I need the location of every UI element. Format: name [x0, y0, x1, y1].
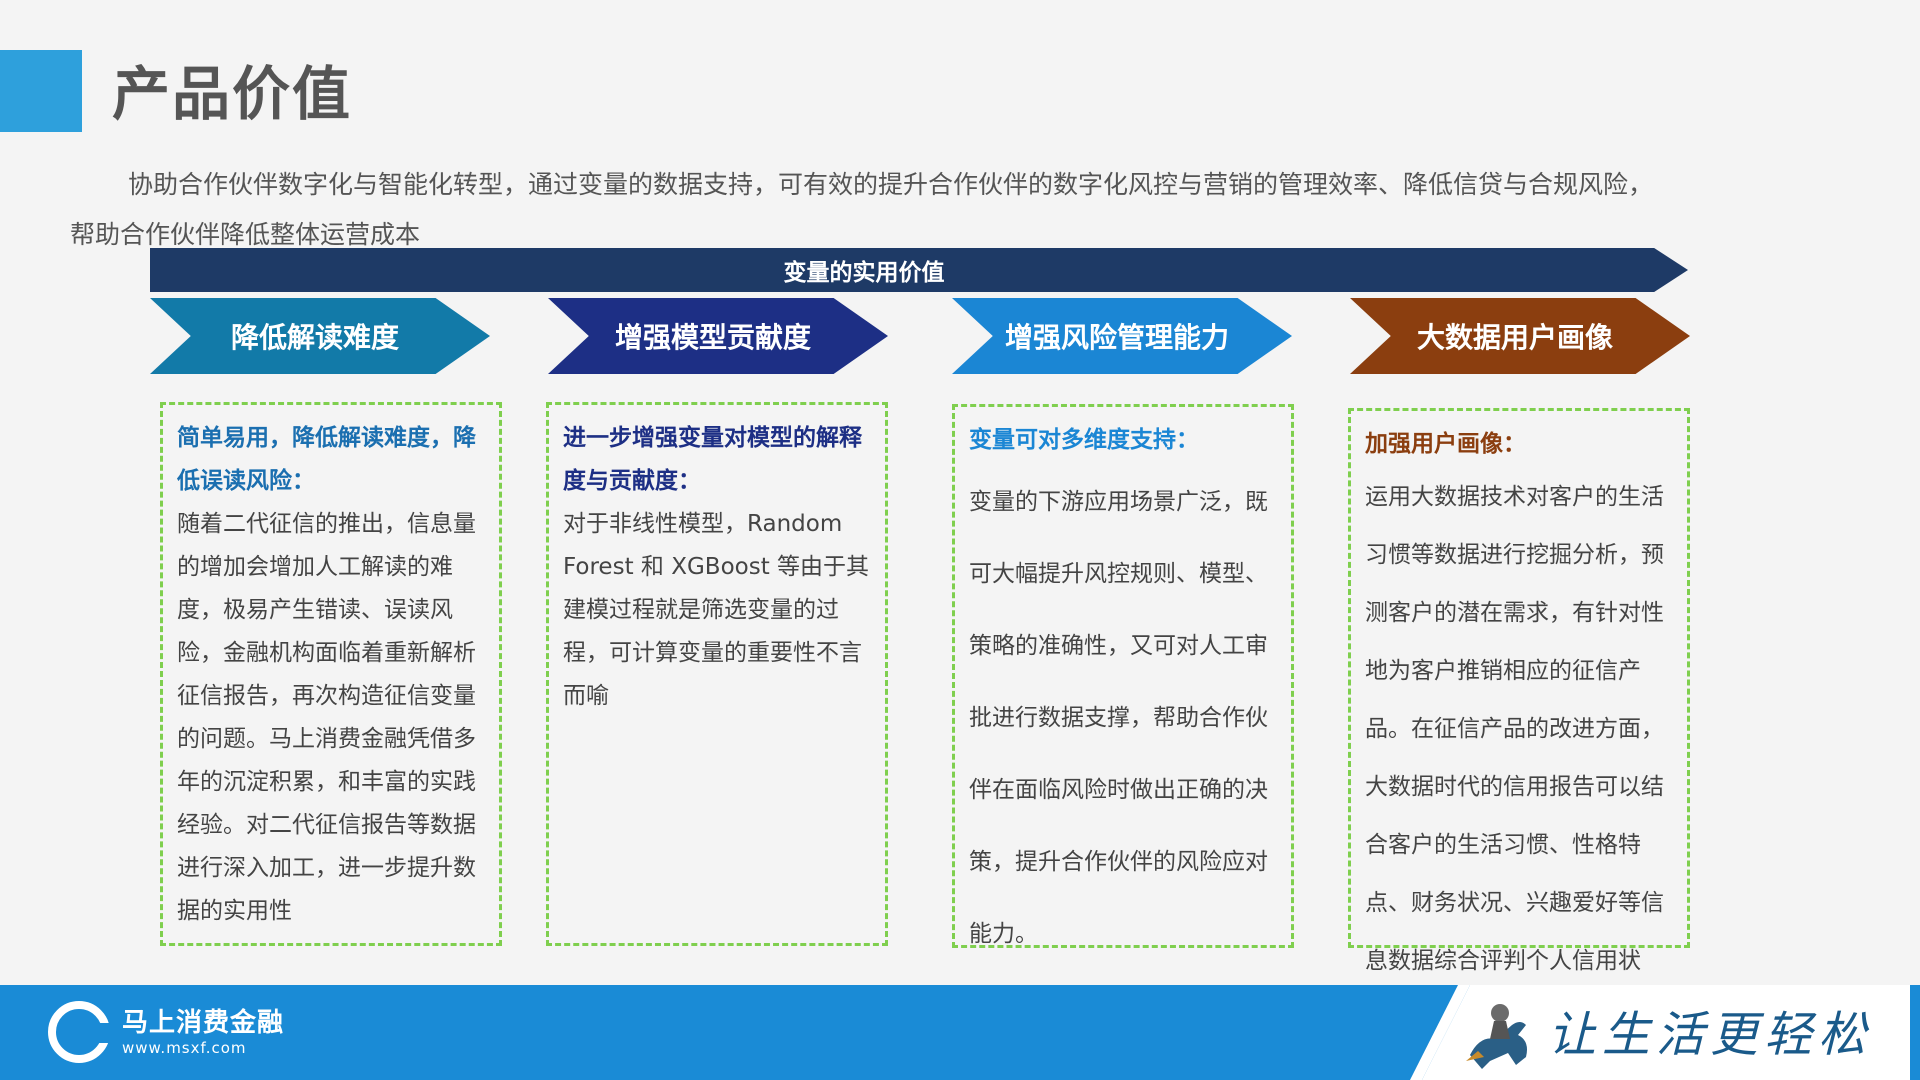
card-heading: 加强用户画像： — [1365, 431, 1526, 457]
chevron-reduce-difficulty: 降低解读难度 — [150, 298, 490, 374]
card-body: 对于非线性模型，Random Forest 和 XGBoost 等由于其建模过程… — [563, 511, 870, 709]
chevron-label: 大数据用户画像 — [1416, 321, 1613, 354]
chevron-label: 降低解读难度 — [230, 321, 399, 354]
slogan-text: 让生活更轻松 — [1548, 1007, 1873, 1063]
page-title: 产品价值 — [112, 60, 353, 128]
chevron-model-contribution: 增强模型贡献度 — [548, 298, 888, 374]
card-heading: 简单易用，降低解读难度，降低误读风险： — [177, 425, 476, 494]
value-card-reduce-difficulty: 简单易用，降低解读难度，降低误读风险： 随着二代征信的推出，信息量的增加会增加人… — [160, 402, 502, 946]
title-accent-block — [0, 50, 82, 132]
value-banner-label: 变量的实用价值 — [783, 260, 945, 286]
card-body: 随着二代征信的推出，信息量的增加会增加人工解读的难度，极易产生错读、误读风险，金… — [177, 511, 476, 924]
company-logo: 马上消费金融 www.msxf.com — [48, 1001, 284, 1063]
value-card-model-contribution: 进一步增强变量对模型的解释度与贡献度： 对于非线性模型，Random Fores… — [546, 402, 888, 946]
rider-mascot-icon — [1466, 1004, 1527, 1069]
value-banner-arrow: 变量的实用价值 — [150, 248, 1688, 292]
card-body: 变量的下游应用场景广泛，既可大幅提升风控规则、模型、策略的准确性，又可对人工审批… — [969, 489, 1268, 947]
intro-paragraph: 协助合作伙伴数字化与智能化转型，通过变量的数据支持，可有效的提升合作伙伴的数字化… — [70, 170, 1654, 249]
footer-bar: 马上消费金融 www.msxf.com 让生活更轻松 — [0, 985, 1920, 1080]
chevron-big-data-profile: 大数据用户画像 — [1350, 298, 1690, 374]
card-heading: 进一步增强变量对模型的解释度与贡献度： — [563, 425, 862, 494]
value-card-risk-management: 变量可对多维度支持： 变量的下游应用场景广泛，既可大幅提升风控规则、模型、策略的… — [952, 404, 1294, 948]
value-card-big-data-profile: 加强用户画像： 运用大数据技术对客户的生活习惯等数据进行挖掘分析，预测客户的潜在… — [1348, 408, 1690, 1032]
logo-url: www.msxf.com — [122, 1039, 247, 1057]
card-heading: 变量可对多维度支持： — [969, 427, 1199, 453]
chevron-risk-management: 增强风险管理能力 — [952, 298, 1292, 374]
msxf-logo-icon — [48, 1001, 112, 1063]
logo-name: 马上消费金融 — [122, 1008, 285, 1038]
card-body: 运用大数据技术对客户的生活习惯等数据进行挖掘分析，预测客户的潜在需求，有针对性地… — [1365, 484, 1664, 1032]
chevron-label: 增强风险管理能力 — [1004, 321, 1229, 354]
chevron-label: 增强模型贡献度 — [614, 321, 811, 354]
